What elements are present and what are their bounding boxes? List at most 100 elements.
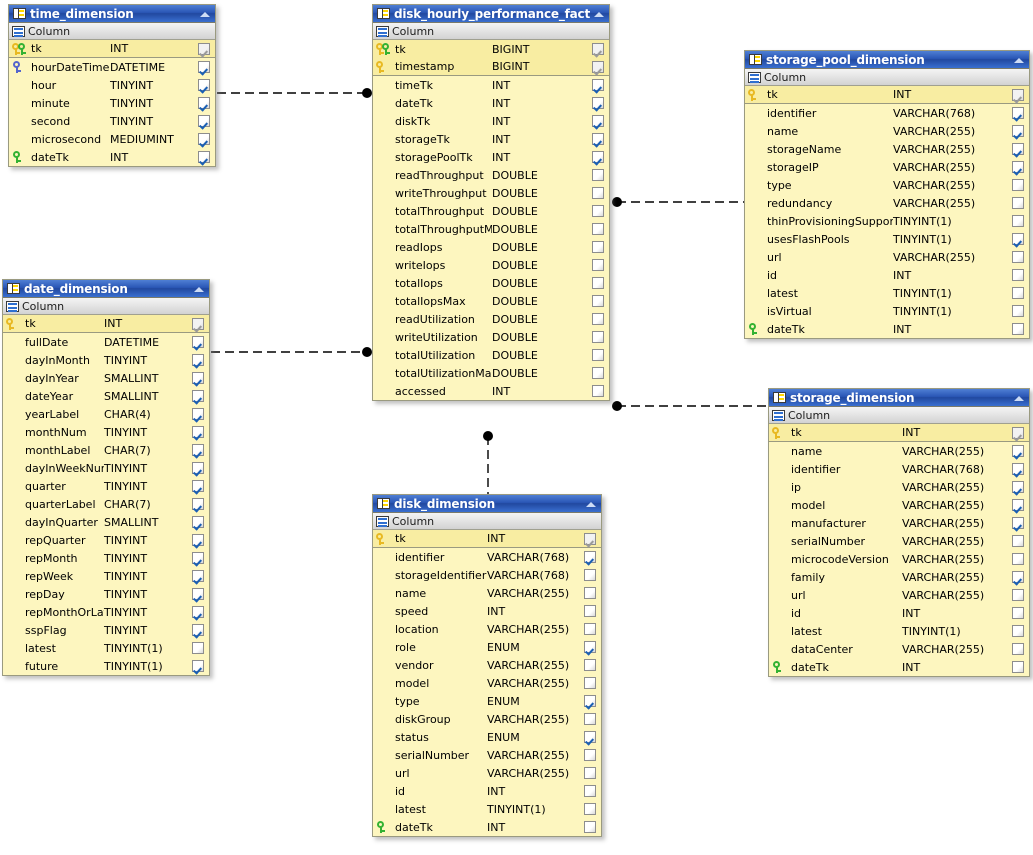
column-visible-checkbox[interactable] — [584, 532, 596, 545]
column-checkbox-cell[interactable] — [587, 241, 609, 253]
column-checkbox-cell[interactable] — [1007, 143, 1029, 155]
column-checkbox-cell[interactable] — [1007, 481, 1029, 493]
column-visible-checkbox[interactable] — [592, 187, 604, 199]
column-row[interactable]: location VARCHAR(255) — [373, 620, 601, 638]
column-row[interactable]: monthNum TINYINT — [3, 423, 209, 441]
column-row[interactable]: model VARCHAR(255) — [373, 674, 601, 692]
column-checkbox-cell[interactable] — [587, 367, 609, 379]
column-visible-checkbox[interactable] — [192, 606, 204, 618]
column-checkbox-cell[interactable] — [587, 313, 609, 325]
column-row[interactable]: microcodeVersion VARCHAR(255) — [769, 550, 1029, 568]
column-checkbox-cell[interactable] — [187, 660, 209, 672]
column-checkbox-cell[interactable] — [1007, 445, 1029, 457]
column-checkbox-cell[interactable] — [1007, 553, 1029, 565]
collapse-triangle-icon[interactable] — [1012, 392, 1026, 404]
column-row[interactable]: latest TINYINT(1) — [373, 800, 601, 818]
column-visible-checkbox[interactable] — [198, 151, 210, 163]
column-visible-checkbox[interactable] — [192, 336, 204, 348]
column-visible-checkbox[interactable] — [192, 552, 204, 564]
column-row[interactable]: dataCenter VARCHAR(255) — [769, 640, 1029, 658]
column-row[interactable]: totalUtilizationMax DOUBLE — [373, 364, 609, 382]
column-row[interactable]: timestamp BIGINT — [373, 58, 609, 76]
column-row[interactable]: totalThroughputMaxDOUBLE — [373, 220, 609, 238]
column-checkbox-cell[interactable] — [187, 606, 209, 618]
column-checkbox-cell[interactable] — [587, 151, 609, 163]
column-visible-checkbox[interactable] — [1012, 251, 1024, 263]
column-checkbox-cell[interactable] — [187, 480, 209, 492]
column-row[interactable]: manufacturer VARCHAR(255) — [769, 514, 1029, 532]
column-visible-checkbox[interactable] — [592, 241, 604, 253]
column-visible-checkbox[interactable] — [584, 821, 596, 833]
column-checkbox-cell[interactable] — [187, 372, 209, 384]
column-checkbox-cell[interactable] — [587, 97, 609, 109]
column-visible-checkbox[interactable] — [192, 624, 204, 636]
column-visible-checkbox[interactable] — [584, 569, 596, 581]
column-checkbox-cell[interactable] — [587, 79, 609, 91]
table-titlebar-date_dimension[interactable]: date_dimension — [3, 280, 209, 298]
column-visible-checkbox[interactable] — [584, 641, 596, 653]
column-row[interactable]: quarter TINYINT — [3, 477, 209, 495]
collapse-triangle-icon[interactable] — [192, 283, 206, 295]
table-entity-disk_hourly_performance_fact[interactable]: disk_hourly_performance_fact Column tk BIGI… — [372, 4, 610, 401]
column-row[interactable]: readIops DOUBLE — [373, 238, 609, 256]
table-titlebar-time_dimension[interactable]: time_dimension — [9, 5, 215, 23]
column-visible-checkbox[interactable] — [1012, 499, 1024, 511]
relationship-endpoint-fact-to-storage[interactable] — [612, 401, 622, 411]
column-row[interactable]: writeIops DOUBLE — [373, 256, 609, 274]
column-visible-checkbox[interactable] — [592, 169, 604, 181]
column-checkbox-cell[interactable] — [587, 385, 609, 397]
column-checkbox-cell[interactable] — [587, 259, 609, 271]
table-entity-storage_pool_dimension[interactable]: storage_pool_dimension Column tk INT identif… — [744, 50, 1030, 339]
column-row[interactable]: microsecond MEDIUMINT — [9, 130, 215, 148]
column-visible-checkbox[interactable] — [192, 390, 204, 402]
column-checkbox-cell[interactable] — [187, 408, 209, 420]
column-checkbox-cell[interactable] — [187, 552, 209, 564]
table-titlebar-storage_dimension[interactable]: storage_dimension — [769, 389, 1029, 407]
column-visible-checkbox[interactable] — [592, 60, 604, 73]
column-checkbox-cell[interactable] — [587, 349, 609, 361]
column-row[interactable]: latest TINYINT(1) — [769, 622, 1029, 640]
column-visible-checkbox[interactable] — [198, 61, 210, 73]
column-checkbox-cell[interactable] — [187, 498, 209, 510]
column-row[interactable]: second TINYINT — [9, 112, 215, 130]
column-checkbox-cell[interactable] — [1007, 197, 1029, 209]
column-row[interactable]: dateTk INT — [373, 818, 601, 836]
column-visible-checkbox[interactable] — [192, 426, 204, 438]
column-row[interactable]: id INT — [373, 782, 601, 800]
column-visible-checkbox[interactable] — [192, 588, 204, 600]
column-checkbox-cell[interactable] — [1007, 625, 1029, 637]
column-checkbox-cell[interactable] — [579, 551, 601, 563]
column-checkbox-cell[interactable] — [1007, 305, 1029, 317]
column-visible-checkbox[interactable] — [192, 372, 204, 384]
column-visible-checkbox[interactable] — [584, 659, 596, 671]
column-visible-checkbox[interactable] — [584, 605, 596, 617]
column-row[interactable]: dateTk INT — [769, 658, 1029, 676]
relationship-endpoint-time-to-fact[interactable] — [362, 88, 372, 98]
column-visible-checkbox[interactable] — [1012, 161, 1024, 173]
column-visible-checkbox[interactable] — [192, 516, 204, 528]
column-checkbox-cell[interactable] — [187, 588, 209, 600]
column-visible-checkbox[interactable] — [592, 349, 604, 361]
column-checkbox-cell[interactable] — [1007, 233, 1029, 245]
column-row[interactable]: redundancy VARCHAR(255) — [745, 194, 1029, 212]
column-visible-checkbox[interactable] — [592, 277, 604, 289]
column-checkbox-cell[interactable] — [587, 277, 609, 289]
column-checkbox-cell[interactable] — [1007, 571, 1029, 583]
column-checkbox-cell[interactable] — [187, 336, 209, 348]
table-titlebar-storage_pool_dimension[interactable]: storage_pool_dimension — [745, 51, 1029, 69]
column-checkbox-cell[interactable] — [579, 695, 601, 707]
column-checkbox-cell[interactable] — [1007, 643, 1029, 655]
column-visible-checkbox[interactable] — [198, 79, 210, 91]
collapse-triangle-icon[interactable] — [592, 8, 606, 20]
column-row[interactable]: latest TINYINT(1) — [3, 639, 209, 657]
column-checkbox-cell[interactable] — [1007, 161, 1029, 173]
column-row[interactable]: totalThroughput DOUBLE — [373, 202, 609, 220]
column-row[interactable]: minute TINYINT — [9, 94, 215, 112]
column-row[interactable]: dateTk INT — [745, 320, 1029, 338]
column-row[interactable]: yearLabel CHAR(4) — [3, 405, 209, 423]
column-row[interactable]: repMonthOrLatestTINYINT — [3, 603, 209, 621]
column-row[interactable]: family VARCHAR(255) — [769, 568, 1029, 586]
column-visible-checkbox[interactable] — [584, 731, 596, 743]
column-visible-checkbox[interactable] — [192, 498, 204, 510]
column-visible-checkbox[interactable] — [1012, 661, 1024, 673]
